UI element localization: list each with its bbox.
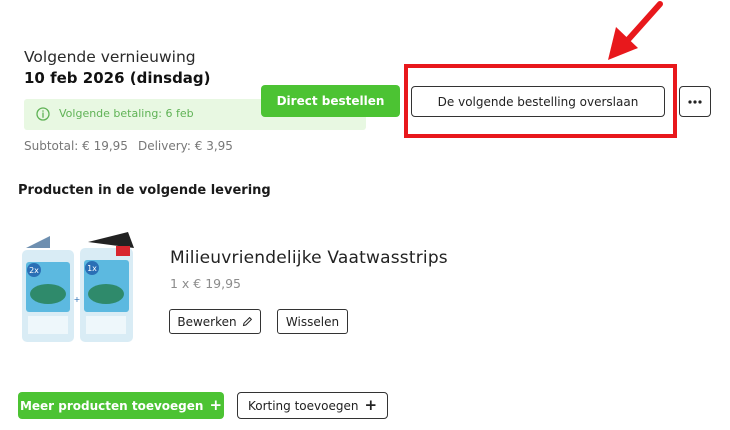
- swap-product-button[interactable]: Wisselen: [277, 309, 348, 334]
- delivery-cost: Delivery: € 3,95: [137, 139, 233, 153]
- more-options-button[interactable]: [679, 86, 711, 117]
- plus-icon: +: [209, 396, 223, 414]
- add-discount-label: Korting toevoegen: [247, 398, 359, 413]
- edit-product-button[interactable]: Bewerken: [169, 309, 261, 334]
- renewal-date: 10 feb 2026 (dinsdag): [24, 69, 211, 87]
- add-discount-button[interactable]: Korting toevoegen +: [237, 392, 388, 419]
- annotation-arrow-icon: [608, 1, 663, 60]
- product-name: Milieuvriendelijke Vaatwasstrips: [170, 248, 448, 268]
- plus-icon: +: [364, 396, 378, 414]
- info-icon: [36, 107, 50, 121]
- add-more-products-button[interactable]: Meer producten toevoegen +: [18, 392, 224, 419]
- subtotal: Subtotal: € 19,95: [24, 139, 128, 153]
- next-payment-text: Volgende betaling: 6 feb: [59, 107, 194, 120]
- pencil-icon: [242, 316, 252, 327]
- add-products-label: Meer producten toevoegen: [19, 398, 204, 413]
- product-image: 2x 1x +: [22, 232, 134, 342]
- more-horizontal-icon: [688, 99, 702, 104]
- pack-label-2x: 2x: [29, 266, 39, 275]
- edit-label: Bewerken: [177, 314, 237, 329]
- svg-text:+: +: [74, 295, 81, 304]
- order-now-button[interactable]: Direct bestellen: [261, 85, 400, 117]
- renewal-label: Volgende vernieuwing: [24, 48, 196, 66]
- product-price: 1 x € 19,95: [170, 276, 242, 291]
- section-title: Producten in de volgende levering: [18, 183, 271, 198]
- annotation-highlight-box: [404, 64, 677, 138]
- pack-label-1x: 1x: [87, 264, 97, 273]
- order-totals: Subtotal: € 19,95 Delivery: € 3,95: [24, 139, 233, 153]
